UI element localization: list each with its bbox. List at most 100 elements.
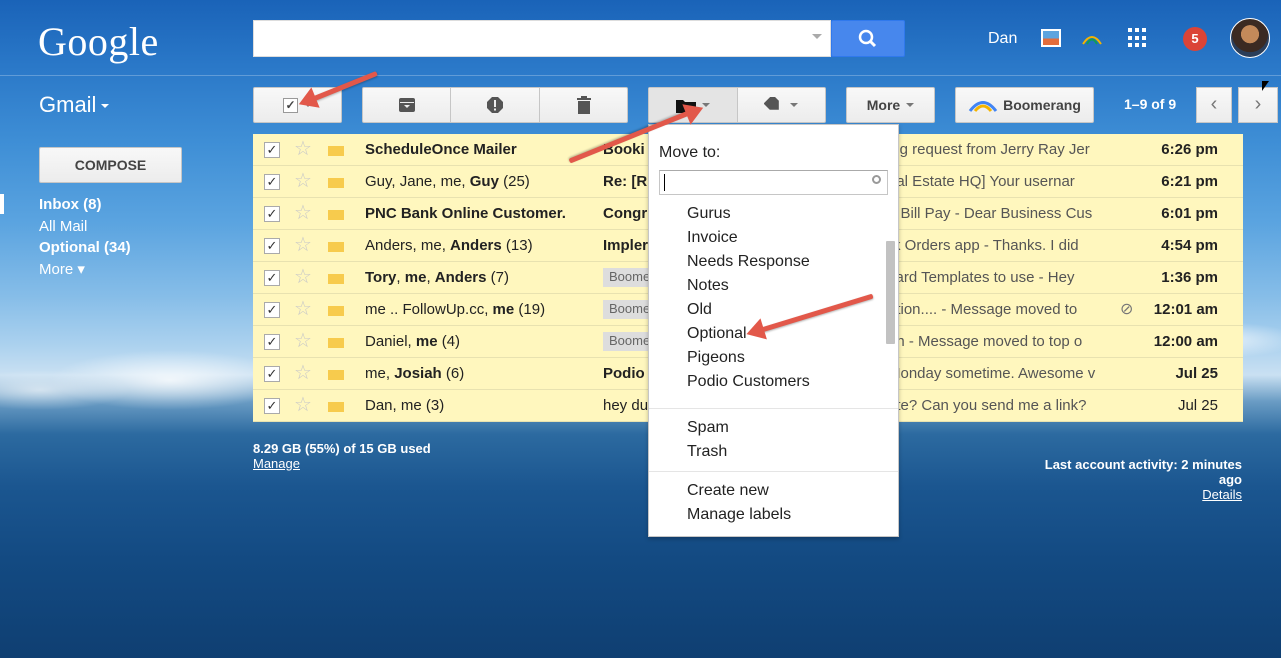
label-filter-input[interactable] [659,170,888,195]
menu-item-create-new[interactable]: Create new [687,479,769,503]
email-sender: Guy, Jane, me, Guy (25) [365,173,530,190]
star-icon[interactable]: ☆ [294,326,312,357]
sidebar-item-all-mail[interactable]: All Mail [39,216,131,238]
search-button[interactable] [831,20,905,57]
more-button[interactable]: More [846,87,935,123]
manage-storage-link[interactable]: Manage [253,456,300,471]
star-icon[interactable]: ☆ [294,358,312,389]
chevron-down-icon [790,103,799,107]
row-checkbox[interactable]: ✓ [264,206,280,222]
menu-item-label[interactable]: Invoice [687,226,738,250]
gmail-menu[interactable]: Gmail [39,92,110,118]
importance-marker-icon[interactable] [328,402,344,412]
boomerang-label: Boomerang [1003,97,1081,113]
importance-marker-icon[interactable] [328,306,344,316]
older-button[interactable]: › [1238,87,1278,123]
row-checkbox[interactable]: ✓ [264,270,280,286]
email-snippet: ing request from Jerry Ray Jer [888,141,1090,158]
menu-divider [649,471,898,472]
newer-button[interactable]: ‹ [1196,87,1232,123]
archive-button[interactable] [363,88,451,122]
row-checkbox[interactable]: ✓ [264,366,280,382]
row-checkbox[interactable]: ✓ [264,302,280,318]
activity-text: Last account activity: 2 minutes ago [1044,457,1242,487]
email-label-tag[interactable]: Boome [603,268,649,287]
storage-info: 8.29 GB (55%) of 15 GB used Manage [253,441,431,471]
star-icon[interactable]: ☆ [294,390,312,421]
photos-icon[interactable] [1041,29,1061,47]
row-checkbox[interactable]: ✓ [264,174,280,190]
apps-grid-icon[interactable] [1128,28,1148,48]
menu-item-label[interactable]: Old [687,298,712,322]
importance-marker-icon[interactable] [328,210,344,220]
importance-marker-icon[interactable] [328,178,344,188]
archive-icon [398,98,415,112]
menu-item-label[interactable]: Podio Customers [687,370,810,394]
sidebar-item-inbox[interactable]: Inbox (8) [39,194,131,216]
email-label-tag[interactable]: Boome [603,300,649,319]
menu-item-trash[interactable]: Trash [687,440,727,464]
boomerang-icon [968,101,998,112]
report-spam-button[interactable] [451,88,540,122]
email-snippet: on - Message moved to top o [888,333,1083,350]
row-checkbox[interactable]: ✓ [264,238,280,254]
row-checkbox[interactable]: ✓ [264,398,280,414]
labels-button[interactable] [738,97,826,113]
star-icon[interactable]: ☆ [294,262,312,293]
importance-marker-icon[interactable] [328,338,344,348]
email-snippet: e Bill Pay - Dear Business Cus [888,205,1093,222]
email-sender: Daniel, me (4) [365,333,461,350]
star-icon[interactable]: ☆ [294,198,312,229]
search-options-chevron-icon[interactable] [812,34,822,39]
notifications-badge[interactable]: 5 [1183,27,1207,51]
menu-item-label[interactable]: Notes [687,274,729,298]
compose-button[interactable]: COMPOSE [39,147,182,183]
avatar[interactable] [1230,18,1270,58]
importance-marker-icon[interactable] [328,146,344,156]
star-icon[interactable]: ☆ [294,294,312,325]
email-date: 6:01 pm [1161,205,1218,222]
sparks-icon[interactable] [1081,30,1103,46]
menu-item-manage-labels[interactable]: Manage labels [687,503,791,527]
activity-details-link[interactable]: Details [1202,487,1242,502]
email-subject: Re: [R [603,173,648,190]
menu-item-spam[interactable]: Spam [687,416,729,440]
row-checkbox[interactable]: ✓ [264,142,280,158]
menu-item-label[interactable]: Optional [687,322,747,346]
star-icon[interactable]: ☆ [294,230,312,261]
menu-item-label[interactable]: Needs Response [687,250,810,274]
move-to-menu: Move to: Gurus Invoice Needs Response Notes… [648,124,899,537]
email-subject: hey du [603,397,649,414]
star-icon[interactable]: ☆ [294,166,312,197]
menu-scrollbar[interactable] [886,241,895,344]
search-input[interactable] [253,20,831,57]
menu-item-label[interactable]: Gurus [687,202,731,226]
report-spam-icon [487,97,503,113]
sidebar-item-optional[interactable]: Optional (34) [39,237,131,259]
boomerang-button[interactable]: Boomerang [955,87,1094,123]
email-sender: Tory, me, Anders (7) [365,269,509,286]
email-subject: Congr [603,205,648,222]
star-icon[interactable]: ☆ [294,134,312,165]
pagination-text: 1–9 of 9 [1124,96,1177,112]
email-date: 6:21 pm [1161,173,1218,190]
email-label-tag[interactable]: Boome [603,332,649,351]
move-to-title: Move to: [659,144,721,161]
importance-marker-icon[interactable] [328,370,344,380]
menu-item-label[interactable]: Pigeons [687,346,745,370]
sidebar-item-more[interactable]: More ▾ [39,259,131,281]
row-checkbox[interactable]: ✓ [264,334,280,350]
action-button-group [362,87,628,123]
importance-marker-icon[interactable] [328,274,344,284]
google-logo[interactable]: Google [38,18,159,65]
mouse-cursor-icon [1262,81,1269,91]
checkbox-icon: ✓ [283,97,298,113]
account-name[interactable]: Dan [988,30,1017,48]
search-icon [872,175,881,184]
storage-usage: 8.29 GB (55%) of 15 GB used [253,441,431,456]
email-date: 12:00 am [1153,333,1218,350]
email-date: Jul 25 [1175,365,1218,382]
email-date: 6:26 pm [1161,141,1218,158]
importance-marker-icon[interactable] [328,242,344,252]
delete-button[interactable] [540,96,627,114]
